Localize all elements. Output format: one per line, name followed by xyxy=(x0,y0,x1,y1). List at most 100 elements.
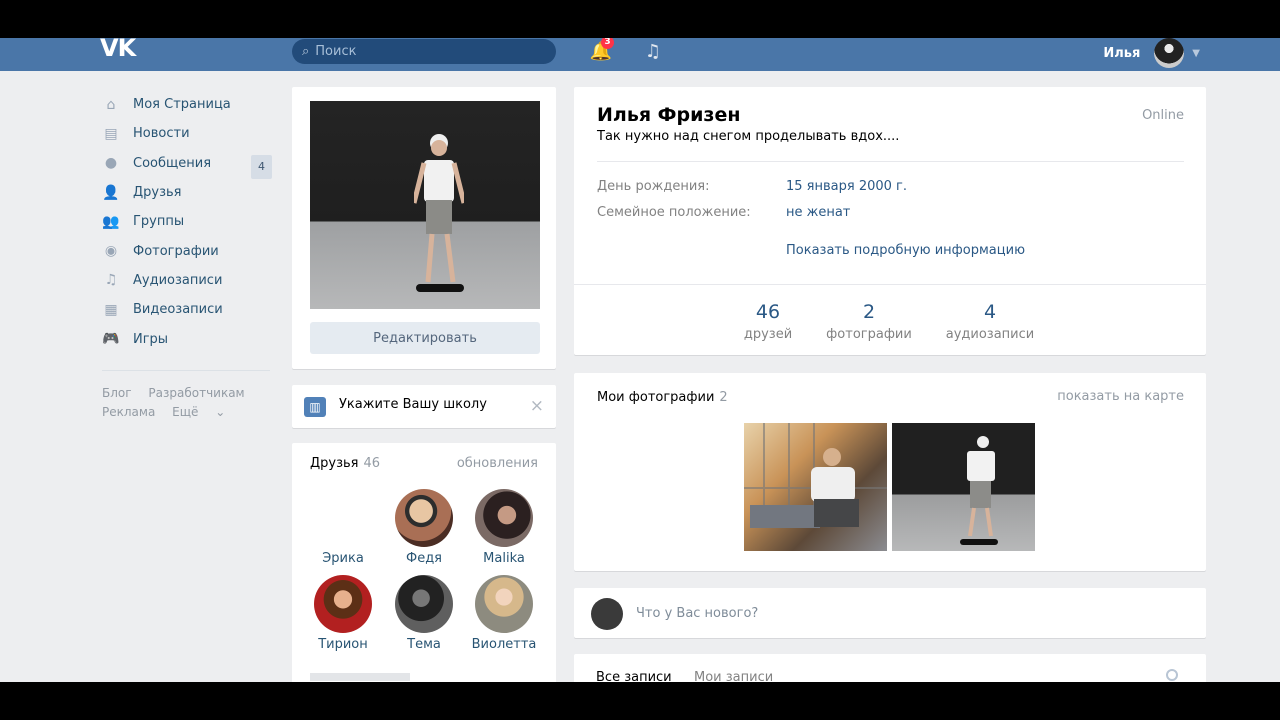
friend-avatar xyxy=(395,489,453,547)
friends-updates-link[interactable]: обновления xyxy=(457,456,538,471)
search-box[interactable]: ⌕ xyxy=(292,39,556,64)
profile-photo-card: Редактировать xyxy=(292,87,556,369)
sidebar-item-label: Моя Страница xyxy=(133,97,231,113)
sidebar-item-audio[interactable]: ♫ Аудиозаписи xyxy=(102,266,272,295)
top-navigation-bar: VK ⌕ 🔔 3 ♫ Илья ▼ xyxy=(0,38,1280,71)
wall-tabs-card: Все записи Мои записи xyxy=(574,654,1206,682)
sunset-photo xyxy=(744,423,887,528)
stat-photos[interactable]: 2 фотографии xyxy=(814,301,924,342)
tab-all-posts[interactable]: Все записи xyxy=(596,670,672,682)
messages-count-badge: 4 xyxy=(251,154,272,179)
vk-logo[interactable]: VK xyxy=(100,38,142,60)
birthday-value[interactable]: 15 января 2000 г. xyxy=(786,179,907,194)
edit-profile-button[interactable]: Редактировать xyxy=(310,322,540,354)
friend-card[interactable]: Виолетта xyxy=(464,575,544,652)
school-prompt-text: Укажите Вашу школу xyxy=(339,397,487,412)
more-link[interactable]: Ещё ⌄ xyxy=(172,405,238,419)
sidebar-item-friends[interactable]: 👤 Друзья xyxy=(102,178,272,207)
birthday-label: День рождения: xyxy=(597,179,710,194)
stats-divider xyxy=(574,284,1206,285)
music-icon: ♫ xyxy=(104,272,118,289)
school-prompt-card[interactable]: ▥ Укажите Вашу школу × xyxy=(292,385,556,428)
sidebar-item-messages[interactable]: ● Сообщения 4 xyxy=(102,149,272,179)
school-icon: ▥ xyxy=(304,397,326,417)
sidebar-item-news[interactable]: ▤ Новости xyxy=(102,119,272,148)
sidebar-item-label: Аудиозаписи xyxy=(133,272,223,288)
stat-value: 4 xyxy=(983,301,997,323)
friend-avatar xyxy=(314,489,372,547)
vk-page: VK ⌕ 🔔 3 ♫ Илья ▼ ⌂ Моя Страница ▤ Новости… xyxy=(0,38,1280,682)
stat-audio[interactable]: 4 аудиозаписи xyxy=(935,301,1045,342)
developers-link[interactable]: Разработчикам xyxy=(148,386,244,400)
info-divider xyxy=(597,161,1184,162)
photo-thumbnail[interactable] xyxy=(744,423,887,551)
sidebar-item-label: Друзья xyxy=(133,185,182,201)
friend-name: Виолетта xyxy=(471,637,537,652)
skateboarder-photo xyxy=(414,134,464,292)
sidebar-item-video[interactable]: ▦ Видеозаписи xyxy=(102,295,272,324)
friends-count: 46 xyxy=(363,456,381,471)
search-input[interactable] xyxy=(315,44,536,59)
stat-friends[interactable]: 46 друзей xyxy=(713,301,823,342)
sidebar-item-games[interactable]: 🎮 Игры xyxy=(102,324,272,353)
stat-value: 2 xyxy=(862,301,876,323)
friends-card: Друзья 46 обновления Эрика Федя Malika Ти… xyxy=(292,443,556,682)
user-icon: 👤 xyxy=(102,184,120,201)
friends-next-section-label xyxy=(310,673,410,681)
search-icon: ⌕ xyxy=(302,44,310,59)
status-text[interactable]: Так нужно над снегом проделывать вдох...… xyxy=(597,129,899,144)
profile-info-card: Илья Фризен Online Так нужно над снегом … xyxy=(574,87,1206,355)
home-icon: ⌂ xyxy=(106,96,116,113)
friend-name: Malika xyxy=(483,551,525,566)
ads-link[interactable]: Реклама xyxy=(102,405,155,419)
friend-avatar xyxy=(475,489,533,547)
my-photos-header[interactable]: Мои фотографии 2 xyxy=(597,390,728,405)
sidebar-footer-links: Блог Разработчикам Реклама Ещё ⌄ xyxy=(102,384,272,422)
friend-avatar xyxy=(475,575,533,633)
friend-card[interactable]: Эрика xyxy=(303,489,383,566)
show-on-map-link[interactable]: показать на карте xyxy=(1057,389,1184,404)
user-menu[interactable]: Илья ▼ xyxy=(1103,38,1200,68)
sidebar-item-label: Игры xyxy=(133,331,169,347)
my-photos-title: Мои фотографии xyxy=(597,390,715,405)
friend-card[interactable]: Тирион xyxy=(303,575,383,652)
sidebar-item-photos[interactable]: ◉ Фотографии xyxy=(102,236,272,265)
sidebar-item-label: Группы xyxy=(133,214,185,230)
friend-card[interactable]: Тема xyxy=(384,575,464,652)
new-post-input[interactable] xyxy=(636,600,1156,626)
message-icon: ● xyxy=(104,155,118,172)
profile-name: Илья Фризен xyxy=(597,104,741,126)
stat-value: 46 xyxy=(755,301,781,323)
sidebar-item-my-page[interactable]: ⌂ Моя Страница xyxy=(102,90,272,119)
music-note-icon: ♫ xyxy=(644,40,662,62)
left-sidebar: ⌂ Моя Страница ▤ Новости ● Сообщения 4 👤 Друз… xyxy=(102,90,272,422)
friend-card[interactable]: Malika xyxy=(464,489,544,566)
profile-photo[interactable] xyxy=(310,101,540,309)
friends-title: Друзья xyxy=(310,456,359,471)
chevron-down-icon: ▼ xyxy=(1192,47,1200,59)
search-icon[interactable] xyxy=(1166,669,1178,681)
music-button[interactable]: ♫ xyxy=(640,39,666,63)
friend-name: Тема xyxy=(407,637,441,652)
camera-icon: ◉ xyxy=(104,243,118,260)
friend-avatar xyxy=(395,575,453,633)
friend-name: Федя xyxy=(406,551,442,566)
notifications-bell[interactable]: 🔔 3 xyxy=(588,38,614,63)
new-post-card[interactable] xyxy=(574,588,1206,638)
sidebar-item-label: Новости xyxy=(133,126,190,142)
user-avatar[interactable] xyxy=(1154,38,1185,68)
tab-my-posts[interactable]: Мои записи xyxy=(694,670,773,682)
photo-thumbnail[interactable] xyxy=(892,423,1035,551)
close-icon[interactable]: × xyxy=(530,396,544,416)
video-icon: ▦ xyxy=(104,301,118,318)
news-icon: ▤ xyxy=(104,125,118,142)
chevron-down-icon: ⌄ xyxy=(215,404,226,419)
blog-link[interactable]: Блог xyxy=(102,386,132,400)
more-link-label: Ещё xyxy=(172,404,199,419)
friends-header[interactable]: Друзья 46 xyxy=(310,456,380,471)
friend-card[interactable]: Федя xyxy=(384,489,464,566)
sidebar-item-groups[interactable]: 👥 Группы xyxy=(102,207,272,236)
family-status-value[interactable]: не женат xyxy=(786,205,850,220)
show-more-info-link[interactable]: Показать подробную информацию xyxy=(786,243,1025,258)
stat-label: аудиозаписи xyxy=(945,327,1035,342)
